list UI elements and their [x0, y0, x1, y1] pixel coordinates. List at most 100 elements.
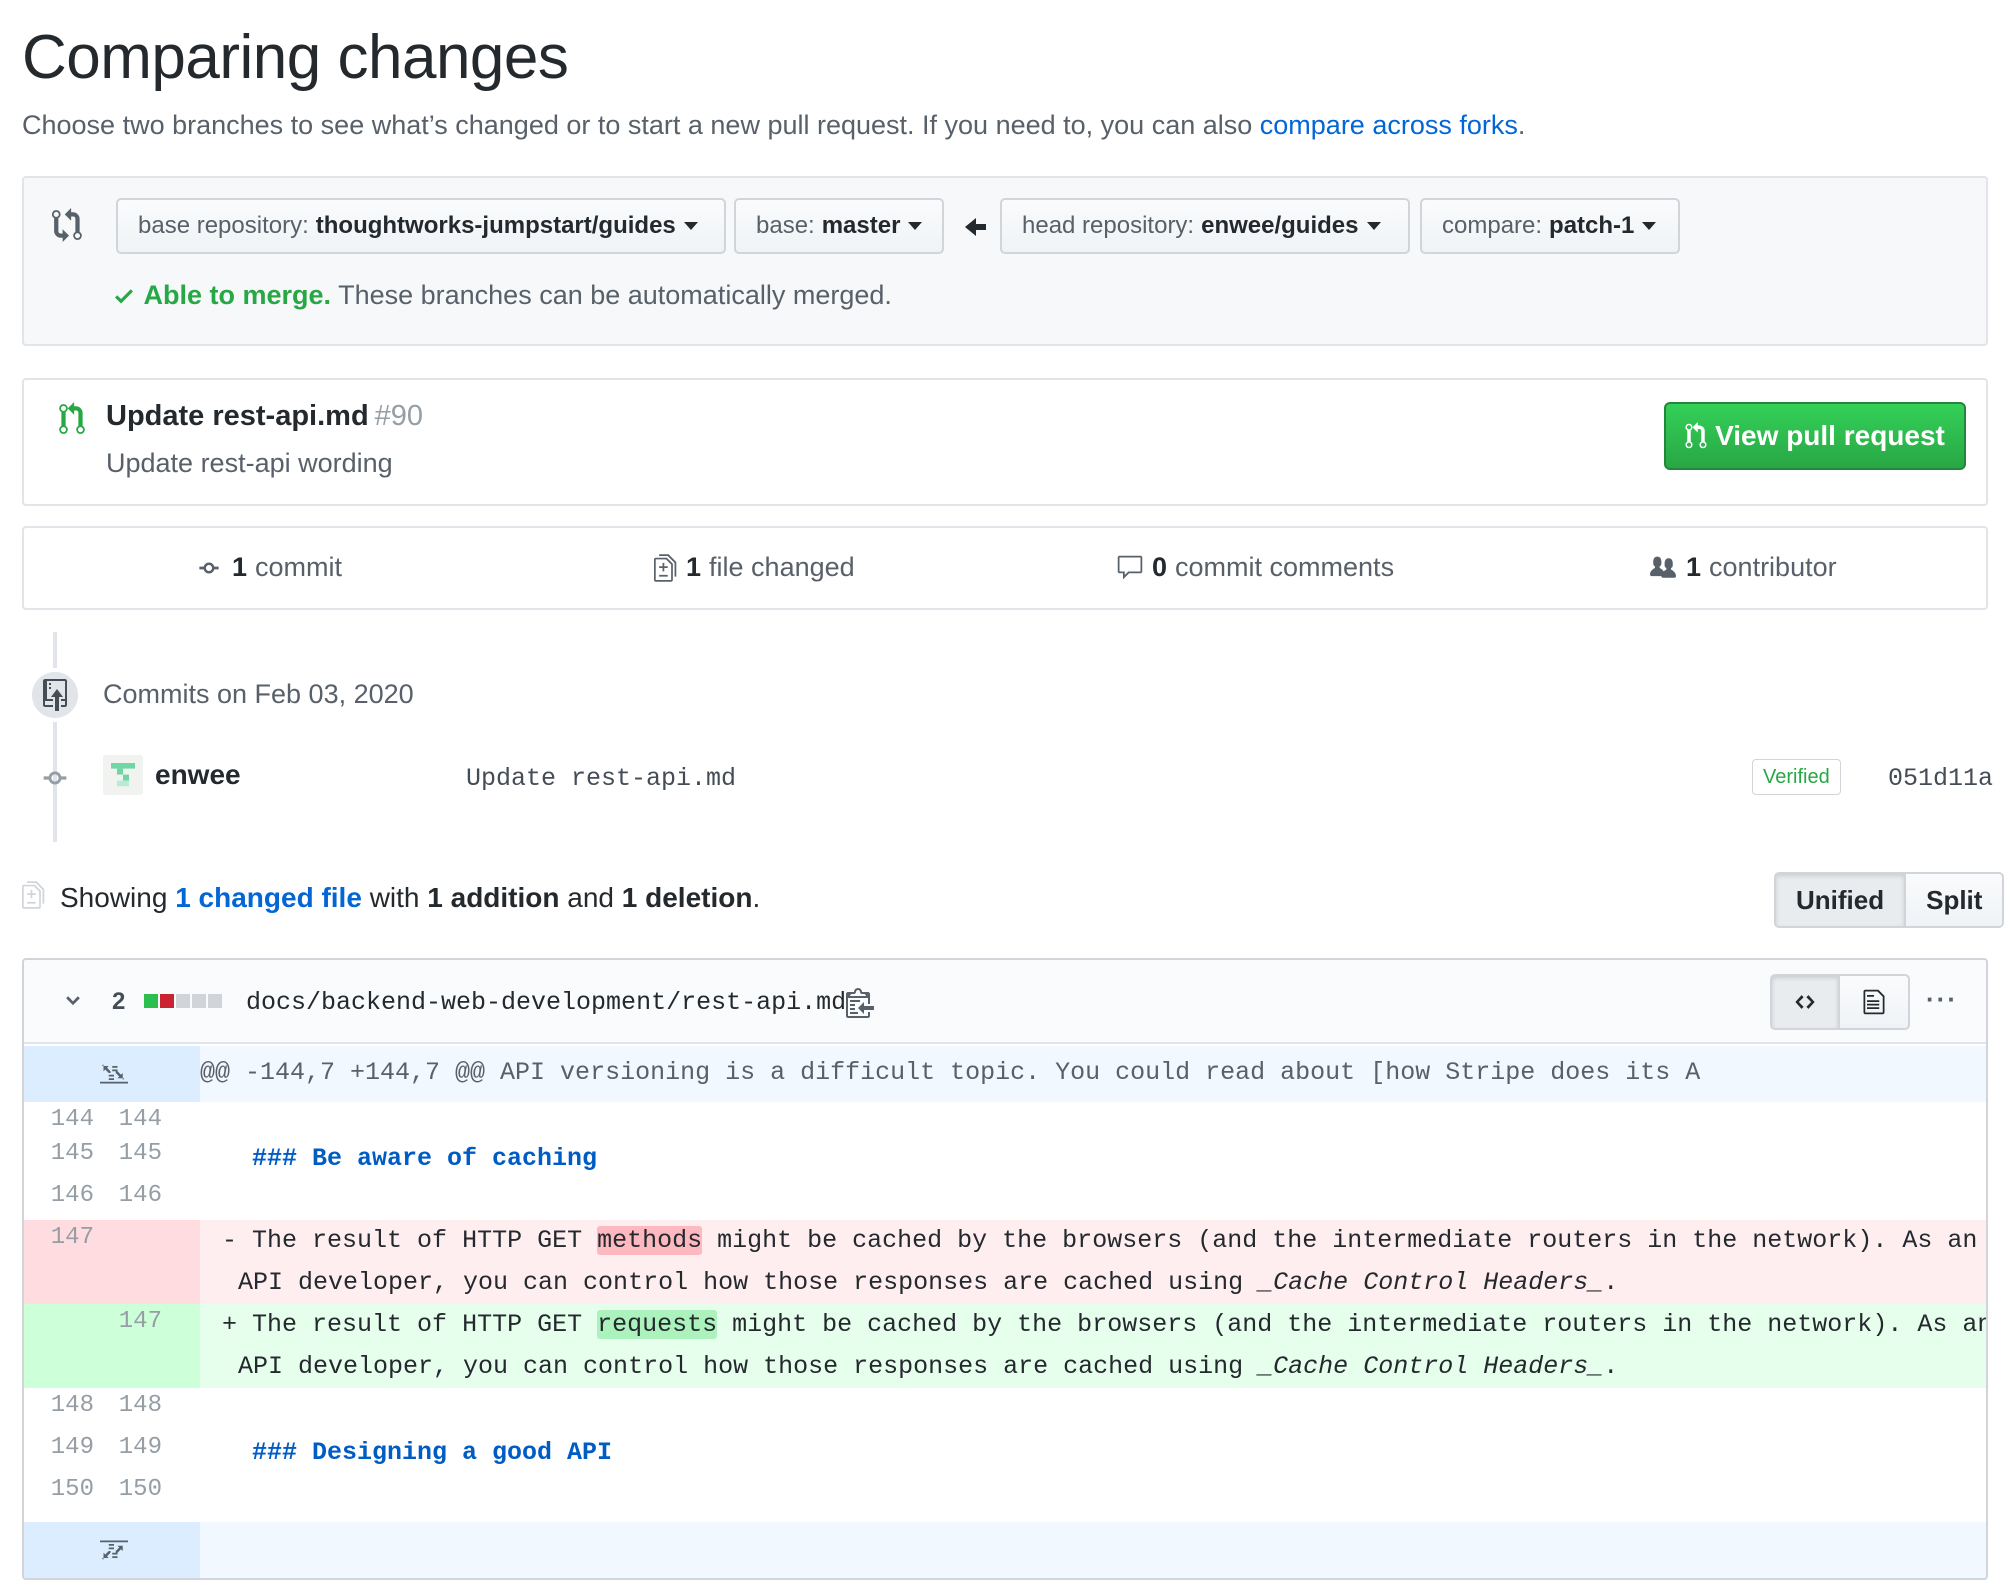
diff-line: 150 150: [24, 1472, 1986, 1514]
file-path[interactable]: docs/backend-web-development/rest-api.md: [246, 988, 846, 1017]
new-line-number[interactable]: 146: [92, 1178, 162, 1209]
diff-line-text-wrap: API developer, you can control how those…: [238, 1262, 1618, 1304]
base-branch-label: base:: [756, 212, 815, 239]
unfold-down-icon[interactable]: [100, 1540, 128, 1562]
file-header: 2 docs/backend-web-development/rest-api.…: [24, 960, 1986, 1044]
compare-arrows-icon: [52, 208, 82, 242]
merge-status-label: Able to merge.: [143, 280, 332, 310]
deletions-count: 1 deletion: [621, 882, 753, 913]
files-changed-label: file changed: [709, 552, 855, 582]
new-line-number[interactable]: 148: [92, 1388, 162, 1419]
comment-icon: [1117, 555, 1143, 579]
expand-down-row: [24, 1522, 1986, 1578]
deleted-wrap-text: API developer, you can control how those…: [238, 1268, 1259, 1297]
numbers-summary: 1 commit 1 file changed 0 commit comment…: [22, 526, 1988, 610]
new-line-number[interactable]: 149: [92, 1430, 162, 1461]
view-pull-request-button[interactable]: View pull request: [1664, 402, 1966, 470]
added-wrap-text: API developer, you can control how those…: [238, 1352, 1259, 1381]
diff-summary: Showing 1 changed file with 1 addition a…: [60, 882, 760, 914]
head-repository-select[interactable]: head repository: enwee/guides: [1000, 198, 1410, 254]
chevron-down-icon[interactable]: [62, 990, 84, 1012]
diffstat-neutral: [192, 994, 206, 1008]
changed-files-link[interactable]: 1 changed file: [175, 882, 362, 913]
new-line-number[interactable]: 147: [92, 1304, 162, 1335]
kebab-horizontal-icon[interactable]: ···: [1926, 984, 1958, 1015]
file-diff-icon: [22, 881, 45, 909]
deleted-wrap-italic: _Cache Control Headers_: [1258, 1268, 1604, 1297]
base-repository-select[interactable]: base repository: thoughtworks-jumpstart/…: [116, 198, 726, 254]
old-line-number[interactable]: [24, 1304, 94, 1308]
compare-branch-select[interactable]: compare: patch-1: [1420, 198, 1680, 254]
chevron-down-icon: [683, 222, 698, 230]
addition-gutter: 147: [24, 1304, 200, 1388]
commit-sha[interactable]: 051d11a: [1888, 764, 1993, 793]
compare-page: Comparing changes Choose two branches to…: [0, 0, 2012, 1593]
old-line-number[interactable]: 148: [24, 1388, 94, 1419]
file-view-buttons: [1770, 974, 1910, 1030]
split-view-button[interactable]: Split: [1906, 872, 2005, 928]
range-editor: base repository: thoughtworks-jumpstart/…: [22, 176, 1988, 346]
showing-end: .: [752, 882, 761, 913]
chevron-down-icon: [908, 222, 923, 230]
old-line-number[interactable]: 147: [24, 1220, 94, 1251]
commit-message[interactable]: Update rest-api.md: [466, 764, 736, 793]
file-diff: 2 docs/backend-web-development/rest-api.…: [22, 958, 1988, 1580]
page-title: Comparing changes: [22, 23, 569, 92]
contributors-tab[interactable]: 1 contributor: [1648, 552, 1837, 583]
base-repository-value: thoughtworks-jumpstart/guides: [315, 212, 676, 239]
subtitle-end: .: [1517, 110, 1526, 140]
commit-comments-count: 0: [1152, 552, 1168, 582]
diff-line: 146 146: [24, 1178, 1986, 1220]
commit-author[interactable]: enwee: [155, 759, 241, 791]
showing-prefix: Showing: [60, 882, 168, 913]
old-line-number[interactable]: 144: [24, 1102, 94, 1133]
verified-badge[interactable]: Verified: [1752, 759, 1841, 795]
base-branch-select[interactable]: base: master: [734, 198, 944, 254]
commit-icon: [43, 771, 67, 785]
showing-mid: with: [369, 882, 420, 913]
pull-request-description: Update rest-api wording: [106, 448, 393, 478]
compare-across-forks-link[interactable]: compare across forks: [1260, 110, 1518, 140]
unified-view-button[interactable]: Unified: [1774, 872, 1907, 928]
code-icon: [1795, 995, 1815, 1009]
new-line-number[interactable]: [92, 1220, 162, 1224]
diff-line: 145 145 ### Be aware of caching: [24, 1136, 1986, 1178]
old-line-number[interactable]: 150: [24, 1472, 94, 1503]
pull-request-icon: [1685, 422, 1707, 449]
commits-tab[interactable]: 1 commit: [194, 552, 342, 583]
files-changed-tab[interactable]: 1 file changed: [654, 552, 855, 583]
file-icon: [1863, 989, 1885, 1015]
pull-request-title-text[interactable]: Update rest-api.md: [106, 400, 369, 432]
diffstat-deleted: [160, 994, 174, 1008]
expand-gutter: [24, 1522, 200, 1578]
merge-status: Able to merge. These branches can be aut…: [112, 280, 892, 311]
deleted-text-after: might be cached by the browsers (and the…: [702, 1226, 1978, 1255]
author-avatar[interactable]: [103, 755, 143, 795]
diff-line-text: ### Designing a good API: [252, 1438, 613, 1467]
new-line-number[interactable]: 145: [92, 1136, 162, 1167]
file-diff-icon: [654, 553, 677, 582]
rich-diff-button[interactable]: [1840, 974, 1910, 1030]
commit-comments-tab[interactable]: 0 commit comments: [1116, 552, 1394, 583]
old-line-number[interactable]: 146: [24, 1178, 94, 1209]
added-text-before: The result of HTTP GET: [252, 1310, 598, 1339]
new-line-number[interactable]: 150: [92, 1472, 162, 1503]
compare-branch-value: patch-1: [1549, 212, 1635, 239]
new-line-number[interactable]: 144: [92, 1102, 162, 1133]
head-repository-value: enwee/guides: [1201, 212, 1359, 239]
diff-line: 149 149 ### Designing a good API: [24, 1430, 1986, 1472]
added-wrap-italic: _Cache Control Headers_: [1258, 1352, 1604, 1381]
source-diff-button[interactable]: [1770, 974, 1840, 1030]
chevron-down-icon: [1642, 222, 1657, 230]
files-changed-count: 1: [686, 552, 702, 582]
people-icon: [1650, 556, 1676, 578]
clipboard-icon[interactable]: [846, 986, 874, 1018]
unfold-up-icon[interactable]: [100, 1062, 128, 1084]
old-line-number[interactable]: 145: [24, 1136, 94, 1167]
arrow-left-icon: [965, 218, 986, 236]
diff-sign: -: [222, 1226, 238, 1255]
diff-changes-count: 2: [112, 988, 126, 1015]
added-word-highlight: requests: [597, 1310, 718, 1339]
old-line-number[interactable]: 149: [24, 1430, 94, 1461]
pull-request-title[interactable]: Update rest-api.md #90: [106, 400, 423, 433]
